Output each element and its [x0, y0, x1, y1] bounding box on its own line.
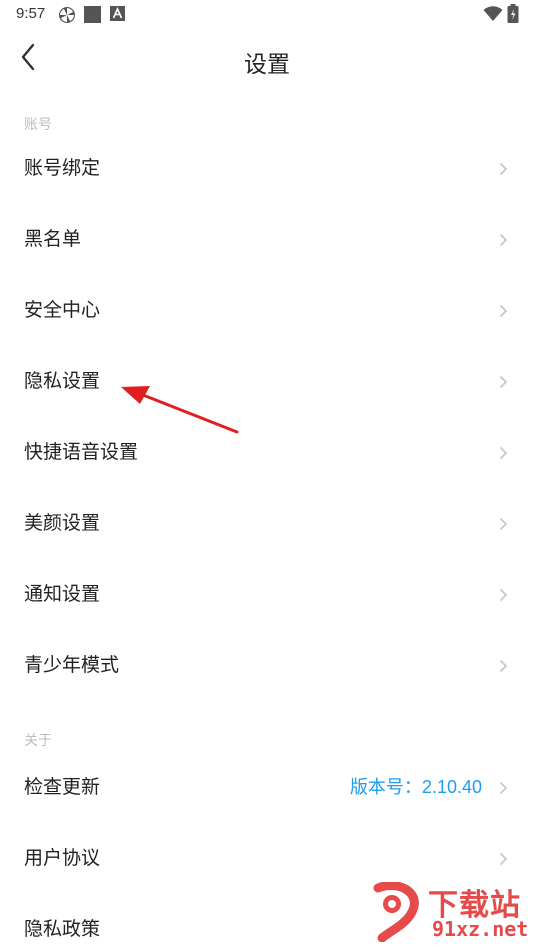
settings-item-label: 隐私设置	[24, 370, 101, 392]
settings-item-label: 青少年模式	[24, 654, 120, 676]
settings-item-label: 隐私政策	[24, 918, 101, 940]
chevron-right-icon	[499, 781, 508, 795]
page-title: 设置	[244, 52, 290, 78]
chevron-right-icon	[499, 375, 508, 389]
section-label-account: 账号	[24, 117, 52, 133]
settings-item-label: 用户协议	[24, 847, 101, 869]
status-time: 9:57	[16, 5, 46, 22]
settings-item-account-binding[interactable]: 账号绑定	[0, 133, 534, 204]
chevron-right-icon	[499, 162, 508, 176]
section-label-about: 关于	[24, 733, 52, 749]
pinwheel-icon	[59, 7, 75, 23]
settings-item-security-center[interactable]: 安全中心	[0, 275, 534, 346]
chevron-right-icon	[499, 304, 508, 318]
settings-item-label: 快捷语音设置	[24, 441, 139, 463]
settings-item-check-update[interactable]: 检查更新 版本号：2.10.40	[0, 752, 534, 823]
square-icon	[84, 6, 101, 23]
settings-item-label: 账号绑定	[24, 157, 101, 179]
wifi-icon	[483, 6, 503, 21]
app-header: 设置	[0, 30, 534, 90]
status-bar: 9:57	[0, 0, 534, 30]
settings-item-label: 黑名单	[24, 228, 82, 250]
version-value: 版本号：2.10.40	[349, 777, 482, 797]
watermark-url: 91xz.net	[432, 917, 529, 941]
settings-item-notifications[interactable]: 通知设置	[0, 559, 534, 630]
watermark-logo-icon	[373, 882, 419, 942]
settings-item-label: 美颜设置	[24, 512, 101, 534]
chevron-right-icon	[499, 233, 508, 247]
settings-item-beauty[interactable]: 美颜设置	[0, 488, 534, 559]
settings-item-privacy-settings[interactable]: 隐私设置	[0, 346, 534, 417]
settings-item-blacklist[interactable]: 黑名单	[0, 204, 534, 275]
settings-item-teen-mode[interactable]: 青少年模式	[0, 630, 534, 701]
settings-item-label: 安全中心	[24, 299, 101, 321]
watermark: 下载站 91xz.net	[368, 880, 528, 946]
battery-icon	[507, 4, 519, 23]
chevron-right-icon	[499, 517, 508, 531]
chevron-right-icon	[499, 588, 508, 602]
chevron-right-icon	[499, 659, 508, 673]
chevron-right-icon	[499, 852, 508, 866]
chevron-right-icon	[499, 446, 508, 460]
a-badge-icon	[110, 6, 125, 21]
settings-item-quick-voice[interactable]: 快捷语音设置	[0, 417, 534, 488]
settings-item-label: 通知设置	[24, 583, 101, 605]
settings-item-label: 检查更新	[24, 776, 101, 798]
